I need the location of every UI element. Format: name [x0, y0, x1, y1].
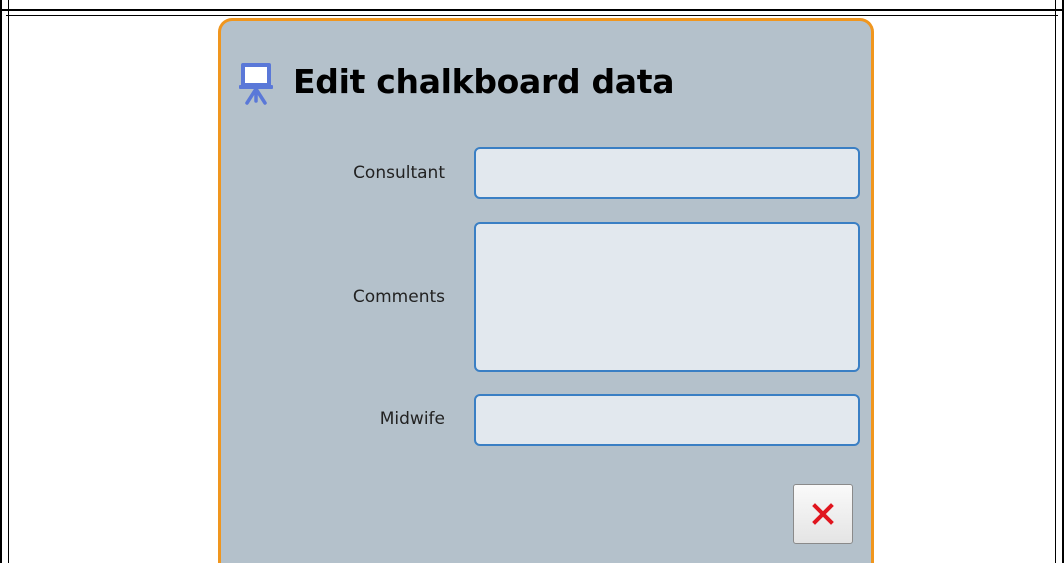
dialog-title: Edit chalkboard data	[293, 61, 675, 101]
midwife-label: Midwife	[379, 409, 445, 429]
comments-textarea[interactable]	[474, 222, 860, 372]
top-border	[0, 9, 1064, 11]
chalkboard-easel-icon	[239, 63, 273, 105]
consultant-label: Consultant	[353, 163, 445, 183]
close-x-icon	[812, 503, 834, 525]
midwife-input[interactable]	[474, 394, 860, 446]
comments-label: Comments	[352, 287, 445, 307]
close-button[interactable]	[793, 484, 853, 544]
top-border-inner	[6, 15, 1058, 16]
consultant-input[interactable]	[474, 147, 860, 199]
dialog-header: Edit chalkboard data	[239, 51, 675, 111]
edit-chalkboard-dialog: Edit chalkboard data Consultant Comments…	[218, 18, 874, 563]
